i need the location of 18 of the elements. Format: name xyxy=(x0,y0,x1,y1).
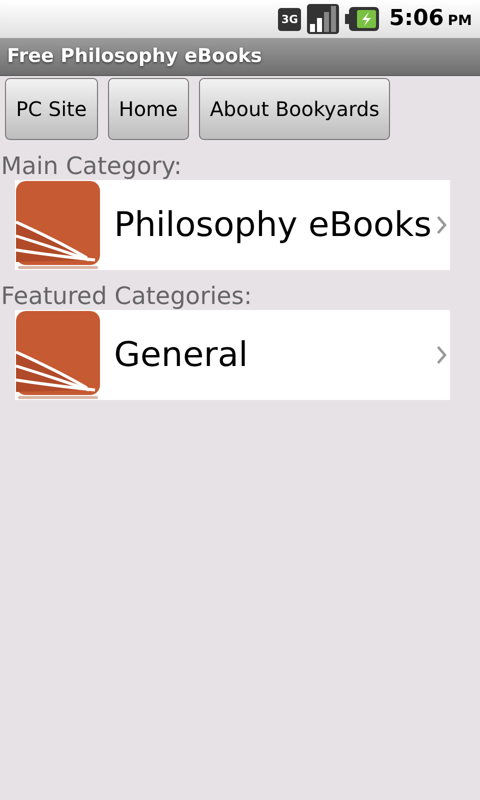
app-title: Free Philosophy eBooks xyxy=(7,44,262,70)
network-indicator: 3G xyxy=(278,8,302,30)
nav-button[interactable]: PC Site xyxy=(5,78,98,140)
chevron-right-icon xyxy=(437,346,447,364)
book-icon xyxy=(15,310,101,400)
nav-button[interactable]: About Bookyards xyxy=(198,78,390,140)
book-icon xyxy=(15,180,101,270)
clock: 5:06 PM xyxy=(389,8,472,30)
nav-button[interactable]: Home xyxy=(108,78,189,140)
section-heading: Featured Categories: xyxy=(0,282,254,310)
category-label: General xyxy=(114,334,249,376)
category-label: Philosophy eBooks xyxy=(114,204,433,246)
section-heading: Main Category: xyxy=(0,152,183,180)
signal-icon xyxy=(307,4,340,34)
chevron-right-icon xyxy=(437,216,447,234)
battery-charging-icon xyxy=(345,7,380,31)
category-row[interactable]: General xyxy=(15,310,450,400)
category-row[interactable]: Philosophy eBooks xyxy=(15,180,450,270)
